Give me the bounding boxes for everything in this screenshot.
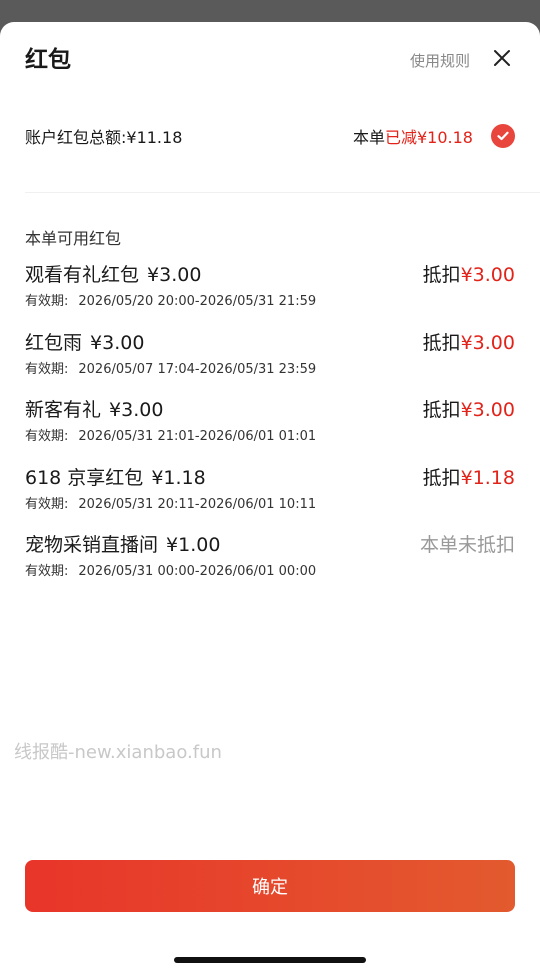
home-indicator	[174, 957, 366, 963]
select-toggle[interactable]	[491, 124, 515, 148]
account-total: 账户红包总额:¥11.18	[25, 128, 183, 147]
account-summary: 账户红包总额:¥11.18 本单 已减¥10.18	[25, 122, 515, 150]
list-item[interactable]: 宠物采销直播间 ¥1.00 有效期: 2026/05/31 00:00-2026/0…	[25, 530, 515, 598]
packet-name: 618 京享红包 ¥1.18	[25, 466, 206, 489]
packet-amount: ¥3.00	[147, 264, 202, 286]
packet-name: 红包雨 ¥3.00	[25, 331, 145, 354]
check-circle-icon	[497, 131, 509, 141]
packet-validity: 有效期: 2026/05/20 20:00-2026/05/31 21:59	[25, 294, 317, 309]
packet-name: 观看有礼红包 ¥3.00	[25, 264, 202, 286]
section-label-available: 本单可用红包	[25, 229, 122, 248]
packet-validity: 有效期: 2026/05/31 20:11-2026/06/01 10:11	[25, 496, 317, 512]
order-deduction: 本单 已减¥10.18	[353, 124, 515, 148]
packet-validity: 有效期: 2026/05/31 00:00-2026/06/01 00:00	[25, 564, 317, 579]
packet-name: 宠物采销直播间 ¥1.00	[25, 534, 221, 556]
packet-validity: 有效期: 2026/05/07 17:04-2026/05/31 23:59	[25, 361, 317, 377]
list-item[interactable]: 新客有礼 ¥3.00 有效期: 2026/05/31 21:01-2026/06/0…	[25, 395, 515, 463]
close-icon	[494, 50, 510, 66]
list-item[interactable]: 观看有礼红包 ¥3.00 有效期: 2026/05/20 20:00-2026/05…	[25, 260, 515, 328]
deducted-amount: 已减¥10.18	[385, 128, 473, 147]
red-packet-sheet: 红包 使用规则 账户红包总额:¥11.18 本单 已减¥10.18 本单可用红包…	[0, 22, 540, 975]
packet-validity: 有效期: 2026/05/31 21:01-2026/06/01 01:01	[25, 429, 317, 444]
list-item[interactable]: 红包雨 ¥3.00 有效期: 2026/05/07 17:04-2026/05/31…	[25, 328, 515, 396]
packet-amount: ¥1.00	[166, 534, 221, 556]
packet-amount: ¥3.00	[90, 331, 145, 354]
packet-deduction: 抵扣¥3.00	[422, 399, 515, 421]
page-title: 红包	[25, 47, 71, 73]
list-item[interactable]: 618 京享红包 ¥1.18 有效期: 2026/05/31 20:11-2026/…	[25, 463, 515, 531]
red-packet-list: 观看有礼红包 ¥3.00 有效期: 2026/05/20 20:00-2026/05…	[25, 260, 515, 598]
this-order-label: 本单	[352, 128, 385, 147]
packet-name: 新客有礼 ¥3.00	[25, 399, 164, 421]
watermark: 线报酷-new.xianbao.fun	[14, 742, 222, 763]
close-button[interactable]	[490, 46, 514, 70]
packet-amount: ¥3.00	[109, 399, 164, 421]
packet-deduction: 抵扣¥1.18	[422, 466, 515, 489]
packet-deduction-status: 本单未抵扣	[419, 534, 515, 556]
confirm-button[interactable]: 确定	[25, 860, 515, 912]
usage-rules-link[interactable]: 使用规则	[410, 50, 470, 71]
packet-deduction: 抵扣¥3.00	[422, 331, 515, 354]
packet-deduction: 抵扣¥3.00	[422, 264, 515, 286]
divider	[25, 192, 540, 193]
packet-amount: ¥1.18	[151, 466, 206, 489]
